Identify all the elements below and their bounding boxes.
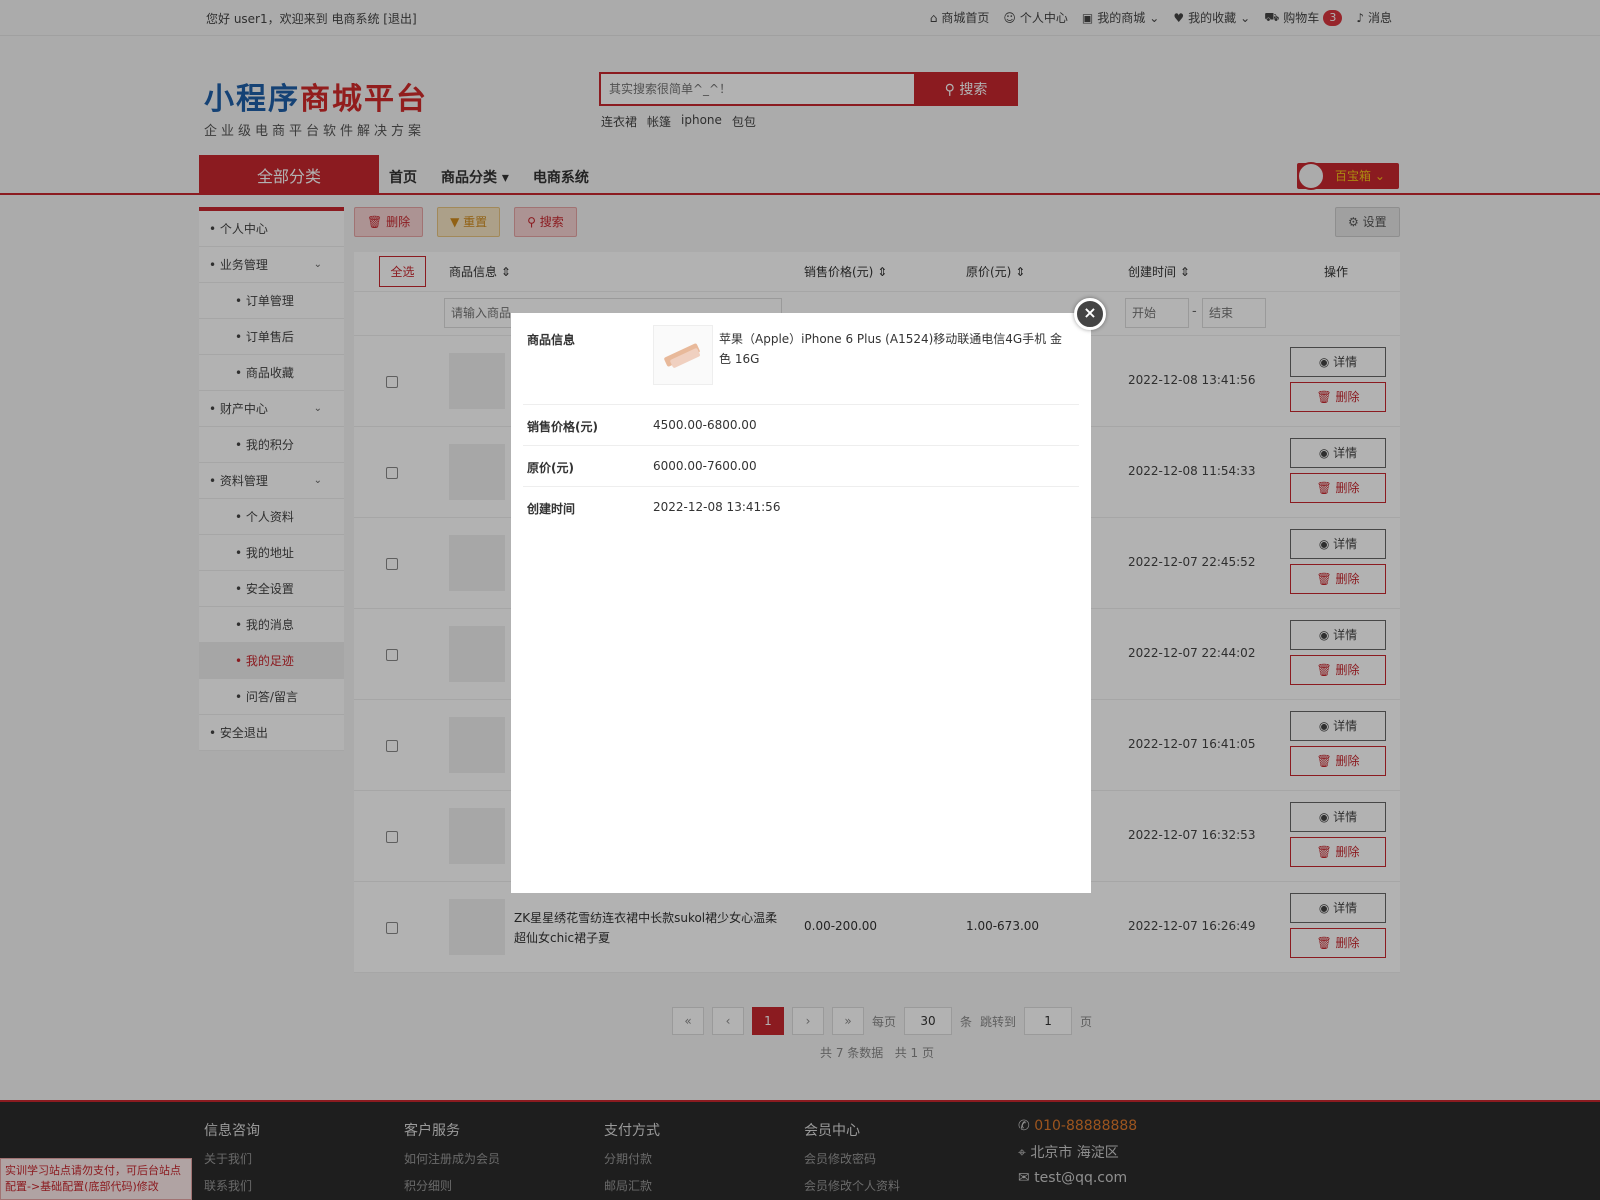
modal-label: 商品信息: [527, 333, 576, 347]
modal-created-time: 2022-12-08 13:41:56: [653, 500, 781, 514]
modal-label: 创建时间: [527, 502, 576, 516]
modal-row-info: 商品信息 苹果（Apple）iPhone 6 Plus (A1524)移动联通电…: [523, 325, 1079, 405]
modal-original-price: 6000.00-7600.00: [653, 459, 757, 473]
modal-row-price: 销售价格(元) 4500.00-6800.00: [523, 405, 1079, 446]
modal-product-name: 苹果（Apple）iPhone 6 Plus (A1524)移动联通电信4G手机…: [719, 332, 1063, 366]
modal-row-original: 原价(元) 6000.00-7600.00: [523, 446, 1079, 487]
close-icon[interactable]: ×: [1074, 298, 1106, 330]
product-thumbnail: [653, 325, 713, 385]
modal-label: 销售价格(元): [527, 420, 598, 434]
detail-modal: 商品信息 苹果（Apple）iPhone 6 Plus (A1524)移动联通电…: [511, 313, 1091, 893]
phone-image: [664, 343, 700, 368]
modal-label: 原价(元): [527, 461, 574, 475]
modal-price: 4500.00-6800.00: [653, 418, 757, 432]
modal-row-time: 创建时间 2022-12-08 13:41:56: [523, 487, 1079, 528]
